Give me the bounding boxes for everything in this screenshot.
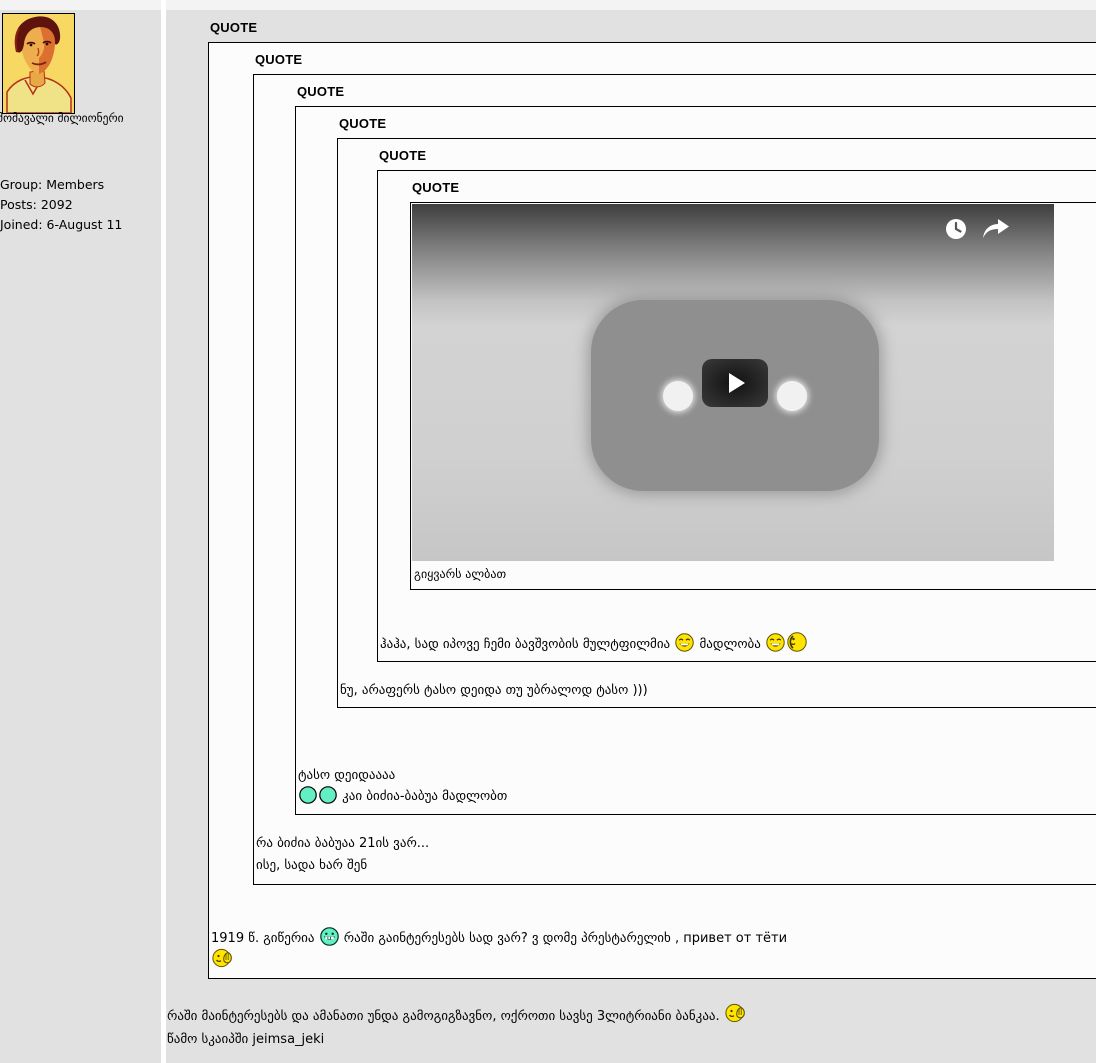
video-caption: გიყვარს ალბათ xyxy=(414,566,1096,582)
yellow-wave-hand-emoticon xyxy=(725,1003,746,1024)
quote-level-2: QUOTE QUOTE QUOTE QU xyxy=(253,53,1096,885)
post-content-cell: QUOTE QUOTE QUOTE QUOTE xyxy=(166,10,1096,1051)
quote-level-3: QUOTE QUOTE QUOTE xyxy=(295,85,1096,815)
quote5-message: ჰაჰა, სად იპოვე ჩემი ბავშვობის მულტფილმი… xyxy=(380,632,1096,654)
post-text-1: რაში მაინტერესებს და ამანათი უნდა გამოგი… xyxy=(167,1009,720,1024)
quote-level-5: QUOTE QUOTE xyxy=(377,149,1096,662)
quote5-text-2: მადლობა xyxy=(699,637,760,652)
quote-box-4: QUOTE QUOTE xyxy=(337,138,1096,708)
spacer xyxy=(211,885,212,927)
teal-circle-emoticon xyxy=(319,786,337,804)
play-button-icon[interactable] xyxy=(702,359,768,407)
quote-level-4: QUOTE QUOTE QUOTE xyxy=(337,117,1096,708)
yellow-wave-hand-emoticon xyxy=(212,948,233,969)
user-group: Group: Members xyxy=(0,175,122,195)
user-joined: Joined: 6-August 11 xyxy=(0,215,122,235)
quote-header: QUOTE xyxy=(379,149,1096,163)
quote3-message-line1: ტასო დეიდაააა xyxy=(298,766,1096,786)
quote-header: QUOTE xyxy=(339,117,1096,131)
yellow-laugh-emoticon xyxy=(766,633,785,652)
spacer xyxy=(256,815,257,833)
quote2-message-line2: ისე, სადა ხარ შენ xyxy=(256,855,1096,877)
share-arrow-icon[interactable] xyxy=(982,218,1010,240)
quote5-text-1: ჰაჰა, სად იპოვე ჩემი ბავშვობის მულტფილმი… xyxy=(380,637,670,652)
thumbnail-dot-right xyxy=(777,381,807,411)
quote-header: QUOTE xyxy=(255,53,1096,67)
avatar-portrait-illustration xyxy=(3,14,74,113)
youtube-video-player[interactable] xyxy=(412,204,1054,561)
post-line-2: წამო სკაიპში jeimsa_jeki xyxy=(167,1028,1096,1051)
quote-box-1: QUOTE QUOTE QUOTE QU xyxy=(208,42,1096,979)
spacer xyxy=(340,662,341,682)
post-line-1: რაში მაინტერესებს და ამანათი უნდა გამოგი… xyxy=(167,1003,1096,1028)
quote1-text-1: 1919 წ. გიწერია xyxy=(211,931,315,946)
quote-box-3: QUOTE QUOTE QUOTE xyxy=(295,106,1096,815)
teal-circle-emoticon xyxy=(299,786,317,804)
yellow-sideways-smiley-emoticon xyxy=(787,632,807,652)
post-body: რაში მაინტერესებს და ამანათი უნდა გამოგი… xyxy=(167,1003,1096,1051)
user-stats: Group: Members Posts: 2092 Joined: 6-Aug… xyxy=(0,175,122,235)
quote-box-5: QUOTE xyxy=(377,170,1096,662)
quote1-text-2: რაში გაინტერესებს სად ვარ? ვ დომე პრესტა… xyxy=(344,931,787,946)
spacer xyxy=(298,708,299,766)
play-triangle-icon xyxy=(729,373,745,393)
quote-header: QUOTE xyxy=(412,181,1096,195)
quote-header: QUOTE xyxy=(210,21,1096,35)
quote1-wave-line xyxy=(211,948,1096,971)
quote-box-2: QUOTE QUOTE QUOTE xyxy=(253,74,1096,885)
quote3-text: კაი ბიძია-ბაბუა მადლობთ xyxy=(342,789,507,804)
quote-box-6: გიყვარს ალბათ xyxy=(410,202,1096,590)
youtube-logo-watermark xyxy=(591,300,879,491)
quote-header: QUOTE xyxy=(297,85,1096,99)
quote1-message: 1919 წ. გიწერია რაში გაინტერესებს სად ვა… xyxy=(211,927,1096,948)
quote-level-6: QUOTE xyxy=(410,181,1096,590)
user-posts: Posts: 2092 xyxy=(0,195,122,215)
quote-level-1: QUOTE QUOTE QUOTE QUOTE xyxy=(208,21,1096,979)
watch-later-clock-icon[interactable] xyxy=(944,217,968,241)
green-big-grin-emoticon xyxy=(320,927,339,946)
yellow-laugh-emoticon xyxy=(675,633,694,652)
thumbnail-dot-left xyxy=(663,381,693,411)
member-title: მომავალი მილიონერი xyxy=(0,110,161,126)
quote3-message-line2: კაი ბიძია-ბაბუა მადლობთ xyxy=(298,786,1096,807)
avatar[interactable] xyxy=(2,13,75,114)
quote4-message: ნუ, არაფერს ტასო დეიდა თუ უბრალოდ ტასო )… xyxy=(340,682,1096,700)
spacer xyxy=(380,590,381,632)
quote2-message-line1: რა ბიძია ბაბუაა 21ის ვარ... xyxy=(256,833,1096,855)
